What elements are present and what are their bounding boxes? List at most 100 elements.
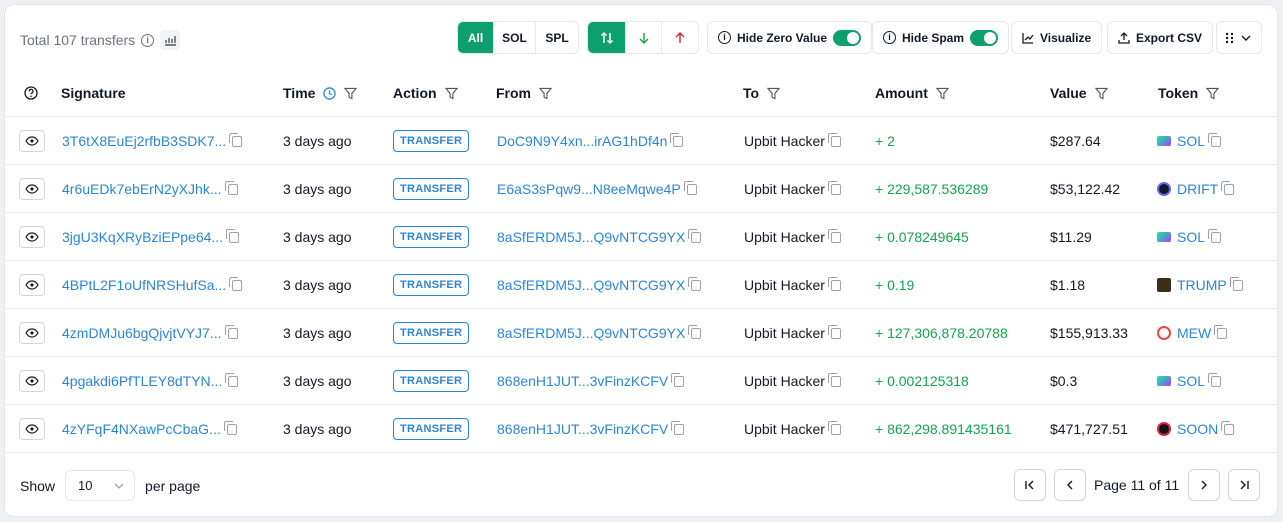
copy-icon[interactable]: [688, 324, 702, 339]
signature-link[interactable]: 4zmDMJu6bgQjvjtVYJ7...: [62, 325, 222, 341]
signature-link[interactable]: 4r6uEDk7ebErN2yXJhk...: [62, 181, 222, 197]
copy-icon[interactable]: [683, 180, 697, 195]
from-address-link[interactable]: 8aSfERDM5J...Q9vNTCG9YX: [497, 229, 685, 245]
column-action[interactable]: Action: [393, 69, 458, 117]
column-value[interactable]: Value: [1050, 69, 1108, 117]
copy-icon[interactable]: [224, 324, 238, 339]
token-link[interactable]: MEW: [1177, 325, 1211, 341]
from-address-link[interactable]: DoC9N9Y4xn...irAG1hDf4n: [497, 133, 667, 149]
copy-icon[interactable]: [827, 324, 841, 339]
to-address-label[interactable]: Upbit Hacker: [744, 277, 825, 293]
from-address-link[interactable]: 8aSfERDM5J...Q9vNTCG9YX: [497, 277, 685, 293]
copy-icon[interactable]: [225, 372, 239, 387]
view-details-button[interactable]: [19, 418, 45, 440]
token-link[interactable]: TRUMP: [1177, 277, 1227, 293]
copy-icon[interactable]: [226, 228, 240, 243]
direction-both-button[interactable]: [588, 22, 626, 53]
column-signature-label: Signature: [61, 85, 126, 101]
direction-in-button[interactable]: [626, 22, 662, 53]
copy-icon[interactable]: [671, 420, 685, 435]
to-address-label[interactable]: Upbit Hacker: [744, 325, 825, 341]
signature-link[interactable]: 4pgakdi6PfTLEY8dTYN...: [62, 373, 222, 389]
view-details-button[interactable]: [19, 130, 45, 152]
to-address-label[interactable]: Upbit Hacker: [744, 421, 825, 437]
copy-icon[interactable]: [1208, 132, 1222, 147]
column-time[interactable]: Time: [283, 69, 358, 117]
filter-sol-button[interactable]: SOL: [494, 22, 536, 53]
export-csv-button[interactable]: Export CSV: [1107, 21, 1214, 54]
copy-icon[interactable]: [1214, 324, 1228, 339]
first-page-button[interactable]: [1014, 469, 1046, 501]
copy-icon[interactable]: [827, 276, 841, 291]
column-amount[interactable]: Amount: [875, 69, 949, 117]
to-address-label[interactable]: Upbit Hacker: [744, 229, 825, 245]
copy-icon[interactable]: [827, 228, 841, 243]
copy-icon[interactable]: [688, 228, 702, 243]
toggle-switch[interactable]: [970, 29, 999, 46]
copy-icon[interactable]: [1221, 420, 1235, 435]
table-row: 4zYFqF4NXawPcCbaG... 3 days ago TRANSFER 86…: [5, 405, 1277, 453]
view-details-button[interactable]: [19, 178, 45, 200]
next-page-button[interactable]: [1188, 469, 1220, 501]
from-address-link[interactable]: 8aSfERDM5J...Q9vNTCG9YX: [497, 325, 685, 341]
column-signature[interactable]: Signature: [61, 69, 126, 117]
token-link[interactable]: SOL: [1177, 229, 1205, 245]
from-address-link[interactable]: E6aS3sPqw9...N8eeMqwe4P: [497, 181, 681, 197]
column-settings-menu[interactable]: [1216, 21, 1262, 54]
token-link[interactable]: DRIFT: [1177, 181, 1218, 197]
copy-icon[interactable]: [1208, 228, 1222, 243]
to-address-label[interactable]: Upbit Hacker: [744, 181, 825, 197]
column-from[interactable]: From: [496, 69, 552, 117]
to-address-label[interactable]: Upbit Hacker: [744, 373, 825, 389]
last-page-button[interactable]: [1228, 469, 1260, 501]
hide-zero-value-toggle[interactable]: i Hide Zero Value: [707, 21, 873, 54]
to-cell: Upbit Hacker: [744, 357, 841, 405]
token-link[interactable]: SOL: [1177, 373, 1205, 389]
signature-link[interactable]: 3T6tX8EuEj2rfbB3SDK7...: [62, 133, 226, 149]
toggle-switch[interactable]: [833, 29, 862, 46]
copy-icon[interactable]: [827, 132, 841, 147]
view-details-cell: [19, 213, 45, 261]
hide-spam-toggle[interactable]: i Hide Spam: [872, 21, 1010, 54]
signature-link[interactable]: 4zYFqF4NXawPcCbaG...: [62, 421, 221, 437]
visualize-button[interactable]: Visualize: [1011, 21, 1103, 54]
chart-icon[interactable]: [160, 30, 181, 50]
copy-icon[interactable]: [1208, 372, 1222, 387]
column-token[interactable]: Token: [1158, 69, 1220, 117]
copy-icon[interactable]: [827, 420, 841, 435]
from-address-link[interactable]: 868enH1JUT...3vFinzKCFV: [497, 373, 668, 389]
view-details-button[interactable]: [19, 274, 45, 296]
copy-icon[interactable]: [229, 276, 243, 291]
copy-icon[interactable]: [688, 276, 702, 291]
signature-cell: 4BPtL2F1oUfNRSHufSa...: [62, 261, 243, 309]
copy-icon[interactable]: [670, 132, 684, 147]
from-address-link[interactable]: 868enH1JUT...3vFinzKCFV: [497, 421, 668, 437]
page-size-select[interactable]: 10: [65, 470, 136, 501]
column-to[interactable]: To: [743, 69, 781, 117]
copy-icon[interactable]: [827, 180, 841, 195]
signature-link[interactable]: 4BPtL2F1oUfNRSHufSa...: [62, 277, 226, 293]
copy-icon[interactable]: [671, 372, 685, 387]
copy-icon[interactable]: [229, 132, 243, 147]
signature-link[interactable]: 3jgU3KqXRyBziEPpe64...: [62, 229, 223, 245]
copy-icon[interactable]: [1229, 276, 1243, 291]
prev-page-button[interactable]: [1054, 469, 1086, 501]
copy-icon[interactable]: [1221, 180, 1235, 195]
filter-icon: [539, 87, 552, 100]
copy-icon[interactable]: [224, 180, 238, 195]
filter-spl-button[interactable]: SPL: [536, 22, 578, 53]
direction-out-button[interactable]: [662, 22, 698, 53]
copy-icon[interactable]: [827, 372, 841, 387]
filter-all-button[interactable]: All: [458, 22, 494, 53]
view-details-button[interactable]: [19, 370, 45, 392]
view-details-button[interactable]: [19, 226, 45, 248]
view-details-button[interactable]: [19, 322, 45, 344]
token-link[interactable]: SOL: [1177, 133, 1205, 149]
value-cell: $471,727.51: [1050, 421, 1128, 437]
token-link[interactable]: SOON: [1177, 421, 1218, 437]
to-address-label[interactable]: Upbit Hacker: [744, 133, 825, 149]
info-icon[interactable]: i: [141, 33, 155, 47]
help-icon[interactable]: [24, 69, 38, 117]
copy-icon[interactable]: [223, 420, 237, 435]
filter-icon: [935, 87, 949, 100]
